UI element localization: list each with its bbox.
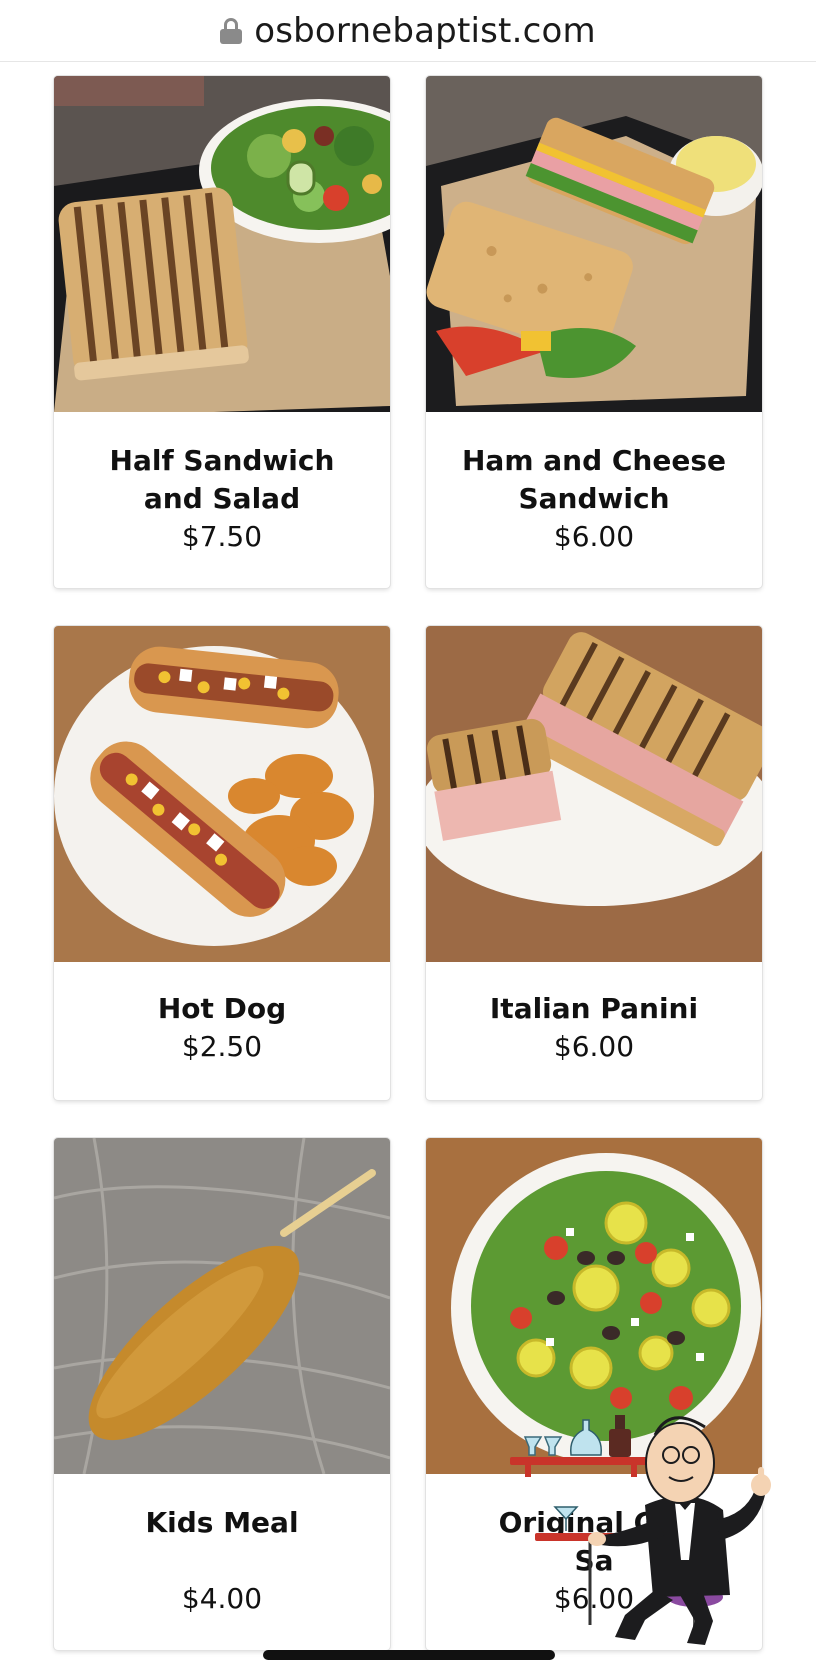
corn-dog-photo[interactable] <box>54 1138 390 1474</box>
item-price: $6.00 <box>553 1030 635 1063</box>
url-text[interactable]: osbornebaptist.com <box>254 11 596 51</box>
address-bar[interactable]: osbornebaptist.com <box>0 0 816 62</box>
item-name: Hot Dog <box>157 992 287 1025</box>
menu-card-hot-dog[interactable]: Hot Dog $2.50 <box>54 626 390 1100</box>
menu-card-half-sandwich-and-salad[interactable]: Half Sandwich and Salad $7.50 <box>54 76 390 588</box>
item-name-line1: Ham and Cheese <box>462 444 726 477</box>
menu-card-ham-and-cheese-sandwich[interactable]: Ham and Cheese Sandwich $6.00 <box>426 76 762 588</box>
ham-and-cheese-sandwich-photo[interactable] <box>426 76 762 412</box>
lock-icon <box>220 17 243 44</box>
item-name: Italian Panini <box>489 992 699 1025</box>
item-price: $6.00 <box>553 520 635 553</box>
italian-panini-photo[interactable] <box>426 626 762 962</box>
home-indicator[interactable] <box>263 1650 555 1660</box>
item-price: $2.50 <box>181 1030 263 1063</box>
greek-salad-photo[interactable] <box>426 1138 762 1474</box>
item-name-line2: and Salad <box>143 482 301 515</box>
item-price: $7.50 <box>181 520 263 553</box>
hot-dogs-and-chips-photo[interactable] <box>54 626 390 962</box>
menu-card-kids-meal[interactable]: Kids Meal $4.00 <box>54 1138 390 1650</box>
menu-card-original-greek-salad[interactable]: Original Gre Sa $6.00 <box>426 1138 762 1650</box>
item-price: $6.00 <box>553 1582 635 1615</box>
item-name-line1: Half Sandwich <box>109 444 335 477</box>
item-name-line2: Sandwich <box>518 482 670 515</box>
item-name-line1: Original Gre <box>498 1506 690 1539</box>
item-price: $4.00 <box>181 1582 263 1615</box>
panini-and-salad-photo[interactable] <box>54 76 390 412</box>
menu-card-italian-panini[interactable]: Italian Panini $6.00 <box>426 626 762 1100</box>
item-name: Kids Meal <box>145 1506 299 1539</box>
item-name-line2: Sa <box>574 1544 614 1577</box>
